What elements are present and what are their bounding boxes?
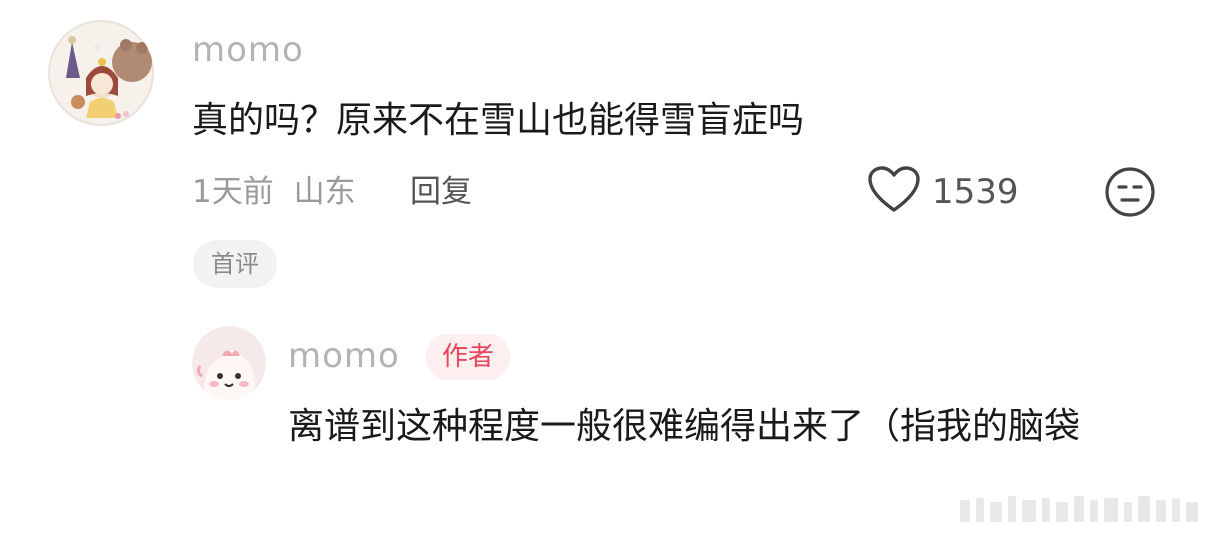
reply-button[interactable]: 回复 — [410, 166, 472, 211]
heart-icon — [868, 166, 920, 218]
comment-text: 真的吗？原来不在雪山也能得雪盲症吗 — [192, 100, 805, 141]
watermark — [960, 494, 1200, 530]
comment-location: 山东 — [293, 174, 356, 210]
reply-avatar[interactable] — [192, 326, 266, 400]
comment-avatar[interactable] — [48, 20, 154, 126]
like-button[interactable]: 1539 — [868, 166, 1019, 218]
like-count: 1539 — [932, 172, 1019, 212]
dislike-face-icon — [1104, 167, 1156, 222]
author-badge: 作者 — [426, 334, 511, 380]
reply-username[interactable]: momo — [288, 336, 400, 376]
first-comment-badge: 首评 — [193, 240, 277, 288]
comment-meta: 1天前 山东 — [192, 166, 356, 211]
comment-time: 1天前 — [192, 174, 274, 210]
comment-username[interactable]: momo — [192, 30, 304, 70]
dislike-button[interactable] — [1104, 166, 1156, 222]
reply-text: 离谱到这种程度一般很难编得出来了（指我的脑袋 — [288, 406, 1081, 447]
